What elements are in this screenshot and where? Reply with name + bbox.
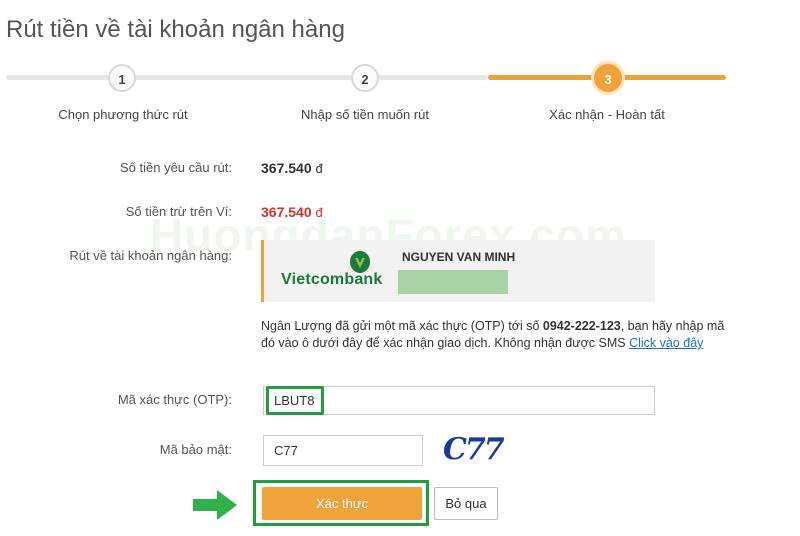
deducted-amount: 367.540 đ <box>261 204 323 220</box>
otp-label: Mã xác thực (OTP): <box>117 392 232 407</box>
bank-account-label: Rút về tài khoản ngân hàng: <box>69 248 232 263</box>
captcha-label: Mã bảo mật: <box>159 442 232 457</box>
progress-track <box>6 75 488 80</box>
otp-notice: Ngân Lượng đã gửi một mã xác thực (OTP) … <box>261 318 731 352</box>
step-2-circle: 2 <box>351 64 379 92</box>
step-3-circle: 3 <box>594 64 622 92</box>
confirm-button[interactable]: Xác thực <box>262 487 422 520</box>
step-3-label: Xác nhận - Hoàn tất <box>549 107 665 122</box>
resend-sms-link[interactable]: Click vào đây <box>629 336 703 350</box>
step-1-circle: 1 <box>108 64 136 92</box>
step-1-label: Chọn phương thức rút <box>58 107 188 122</box>
deducted-amount-value: 367.540 <box>261 204 312 220</box>
requested-amount-label: Số tiền yêu cầu rút: <box>119 160 232 175</box>
requested-amount: 367.540 đ <box>261 160 323 176</box>
bank-name: Vietcombank <box>281 271 383 288</box>
arrow-right-icon <box>193 490 237 520</box>
page-title: Rút tiền về tài khoản ngân hàng <box>6 16 345 43</box>
currency-symbol: đ <box>315 205 323 220</box>
currency-symbol: đ <box>315 161 323 176</box>
requested-amount-value: 367.540 <box>261 160 312 176</box>
notice-text-prefix: Ngân Lượng đã gửi một mã xác thực (OTP) … <box>261 319 543 333</box>
account-number-masked <box>398 270 508 294</box>
captcha-image: C77 <box>443 432 505 467</box>
notice-phone: 0942-222-123 <box>542 319 621 333</box>
account-holder-name: NGUYEN VAN MINH <box>402 250 516 264</box>
deducted-amount-label: Số tiền trừ trên Ví: <box>125 204 232 219</box>
otp-highlight-box <box>266 386 324 415</box>
skip-button[interactable]: Bỏ qua <box>434 487 498 520</box>
step-2-label: Nhập số tiền muốn rút <box>301 107 429 122</box>
captcha-input[interactable]: C77 <box>263 435 423 466</box>
